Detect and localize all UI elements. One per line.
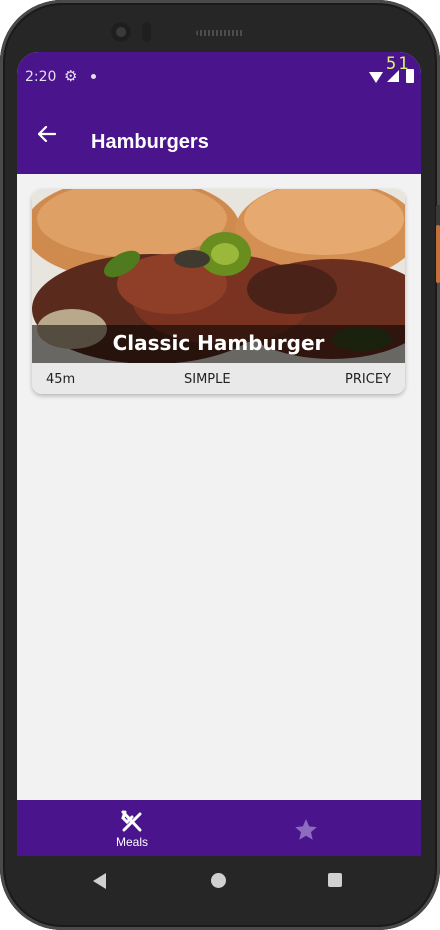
system-recents-button[interactable] (328, 873, 342, 887)
system-back-button[interactable] (93, 873, 106, 889)
signal-icon (387, 70, 399, 82)
wifi-icon (369, 72, 383, 83)
battery-icon (406, 69, 414, 83)
proximity-sensor (142, 22, 151, 42)
tab-meals-label: Meals (115, 835, 148, 849)
gear-icon: ⚙ (64, 67, 78, 85)
app-screen: 2:20 ⚙ 51 Hamburgers Classic Hamburger 4… (17, 52, 421, 856)
system-navigation-bar (17, 856, 421, 904)
front-camera (111, 22, 131, 42)
app-bar: Hamburgers (17, 102, 421, 174)
notification-dot-icon (91, 74, 96, 79)
page-title: Hamburgers (91, 131, 209, 153)
meal-details-row: 45m SIMPLE PRICEY (32, 363, 405, 394)
volume-button (436, 225, 440, 283)
tab-meals[interactable]: Meals (72, 800, 192, 856)
fork-knife-icon (121, 810, 142, 832)
meal-card[interactable]: Classic Hamburger 45m SIMPLE PRICEY (32, 189, 405, 394)
meal-title-overlay: Classic Hamburger (32, 325, 405, 363)
system-home-button[interactable] (211, 873, 226, 888)
meal-affordability: PRICEY (345, 372, 391, 387)
meal-complexity: SIMPLE (184, 372, 231, 387)
back-button[interactable] (33, 120, 61, 148)
status-time: 2:20 (25, 69, 57, 85)
arrow-left-icon (37, 125, 57, 143)
earpiece-speaker (196, 30, 244, 36)
meal-duration: 45m (46, 372, 76, 387)
star-icon (295, 819, 317, 840)
status-bar: 2:20 ⚙ 51 (17, 52, 421, 102)
bottom-navigation: Meals (17, 800, 421, 856)
meal-title: Classic Hamburger (112, 331, 325, 355)
phone-frame: 2:20 ⚙ 51 Hamburgers Classic Hamburger 4… (0, 0, 440, 930)
tab-favorites[interactable] (246, 800, 366, 856)
